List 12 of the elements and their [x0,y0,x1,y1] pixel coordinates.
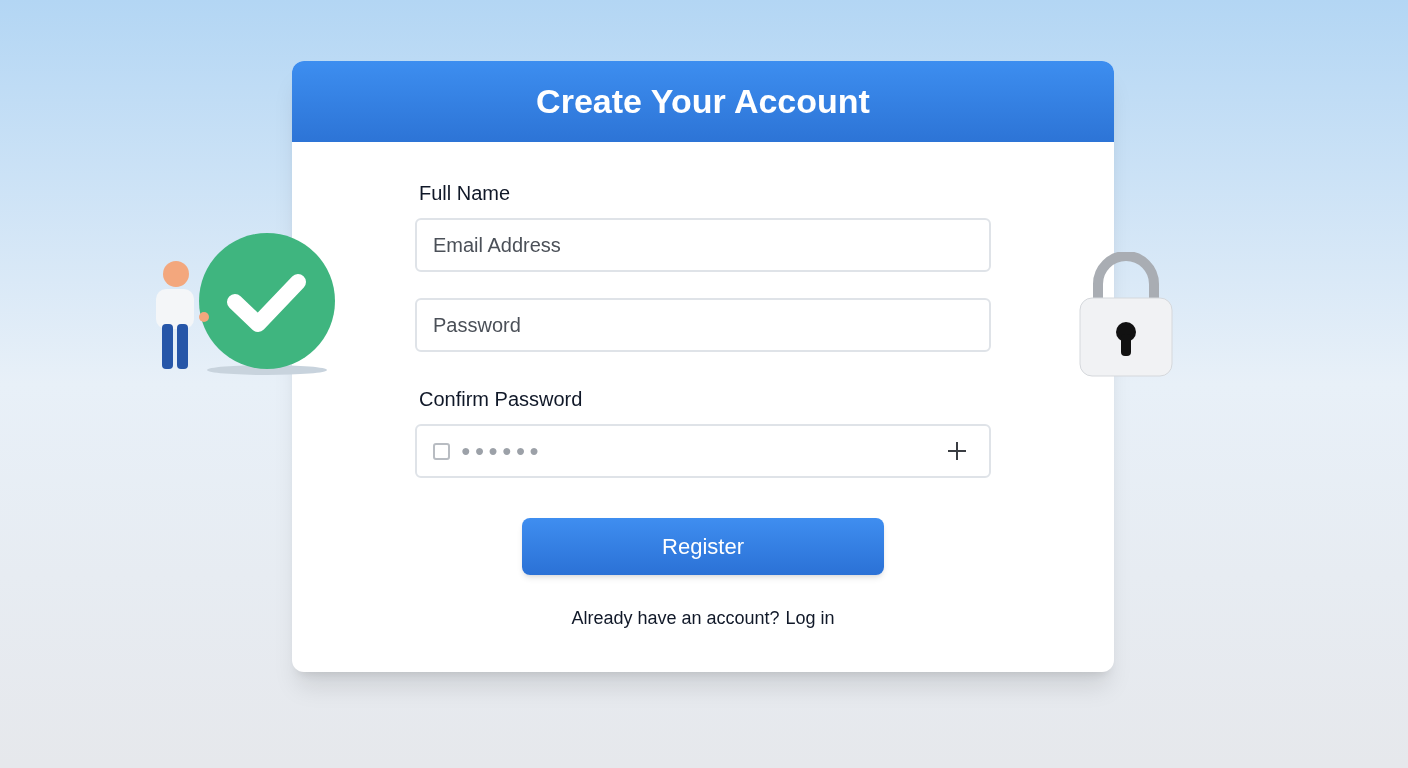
plus-icon[interactable] [947,441,967,461]
input-field[interactable]: Email Address [415,218,991,272]
account-prompt: Already have an account? [571,607,780,630]
card-title: Create Your Account [536,81,870,122]
input-field[interactable]: Password [415,298,991,352]
register-button[interactable]: Register [522,518,884,575]
field-label: Full Name [418,182,512,204]
field-label: Confirm Password [418,388,584,410]
login-link[interactable]: Log in [785,605,835,632]
checkbox[interactable] [433,443,450,460]
padlock-icon [1078,252,1174,378]
password-field[interactable]: ●●●●●● [415,424,991,478]
